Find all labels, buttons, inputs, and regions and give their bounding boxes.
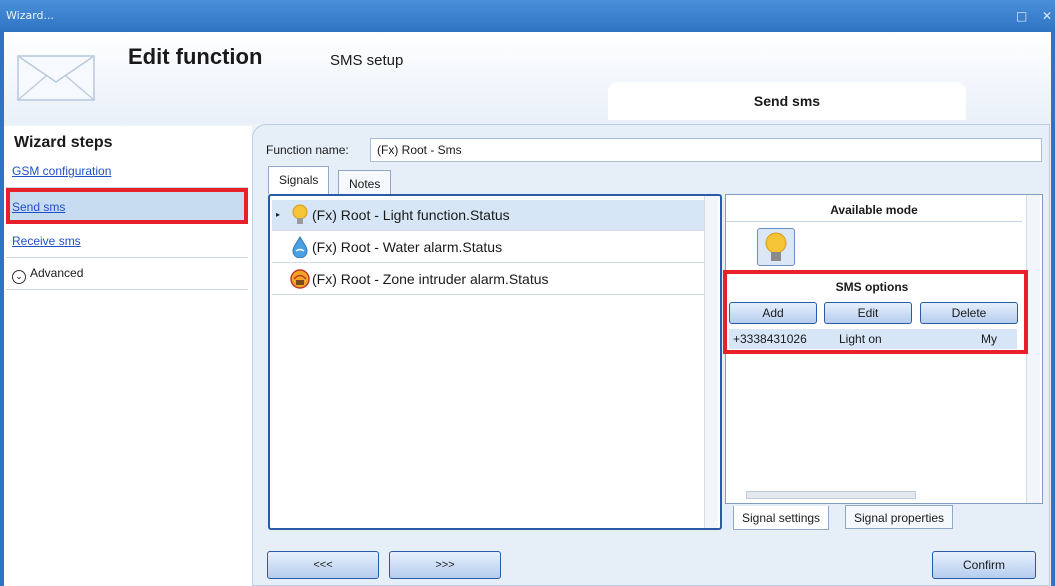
sms-number: +3338431026 <box>733 332 807 346</box>
tab-signal-settings[interactable]: Signal settings <box>733 506 830 530</box>
tab-send-sms[interactable]: Send sms <box>608 82 966 120</box>
function-name-label: Function name: <box>266 143 349 157</box>
page-subtitle: SMS setup <box>330 52 404 69</box>
window-titlebar: Wizard... □ ✕ <box>0 0 1055 32</box>
step-link-receive-sms[interactable]: Receive sms <box>12 234 81 248</box>
signal-row[interactable]: ▸ (Fx) Root - Light function.Status <box>272 200 704 231</box>
sms-message: Light on <box>839 332 882 346</box>
signal-label: (Fx) Root - Zone intruder alarm.Status <box>312 271 549 287</box>
signals-list: ▸ (Fx) Root - Light function.Status (Fx)… <box>268 194 722 530</box>
confirm-button[interactable]: Confirm <box>932 551 1036 579</box>
settings-scrollbar[interactable] <box>1026 195 1040 503</box>
window-title: Wizard... <box>6 9 55 22</box>
next-button[interactable]: >>> <box>389 551 501 579</box>
water-drop-icon <box>292 236 308 258</box>
signals-scrollbar[interactable] <box>704 196 718 528</box>
envelope-icon <box>17 55 95 101</box>
highlight-frame-send-sms <box>6 188 248 224</box>
chevron-down-icon: ⌄ <box>12 270 26 284</box>
step-link-gsm[interactable]: GSM configuration <box>12 164 111 178</box>
close-icon[interactable]: ✕ <box>1042 9 1052 23</box>
signal-label: (Fx) Root - Water alarm.Status <box>312 239 503 255</box>
edit-button[interactable]: Edit <box>824 302 912 324</box>
mode-light-button[interactable] <box>757 228 795 266</box>
intruder-alarm-icon <box>290 269 310 289</box>
previous-button[interactable]: <<< <box>267 551 379 579</box>
tab-signals[interactable]: Signals <box>268 166 330 194</box>
row-pointer-icon: ▸ <box>276 210 281 219</box>
wizard-steps-title: Wizard steps <box>14 134 113 151</box>
step-advanced[interactable]: ⌄ Advanced <box>6 258 248 290</box>
page-title: Edit function <box>128 44 263 69</box>
sms-extra: My <box>981 332 997 346</box>
light-bulb-icon <box>765 232 787 261</box>
function-name-field[interactable]: (Fx) Root - Sms <box>370 138 1042 162</box>
tab-signal-properties[interactable]: Signal properties <box>845 505 954 529</box>
step-label-advanced: Advanced <box>30 266 84 280</box>
available-mode-title: Available mode <box>726 200 1022 222</box>
maximize-icon[interactable]: □ <box>1016 9 1027 23</box>
signal-label: (Fx) Root - Light function.Status <box>312 207 510 223</box>
step-receive-sms[interactable]: Receive sms <box>6 226 248 258</box>
signal-row[interactable]: (Fx) Root - Water alarm.Status <box>272 232 704 263</box>
tab-notes[interactable]: Notes <box>338 170 392 194</box>
delete-button[interactable]: Delete <box>920 302 1018 324</box>
light-bulb-icon <box>292 204 308 224</box>
sms-options-title: SMS options <box>835 280 909 294</box>
signal-row[interactable]: (Fx) Root - Zone intruder alarm.Status <box>272 264 704 295</box>
horizontal-scrollbar[interactable] <box>746 491 916 499</box>
sms-entry-row[interactable]: +3338431026 Light on My <box>729 329 1017 349</box>
add-button[interactable]: Add <box>729 302 817 324</box>
step-gsm-configuration[interactable]: GSM configuration <box>6 156 248 188</box>
